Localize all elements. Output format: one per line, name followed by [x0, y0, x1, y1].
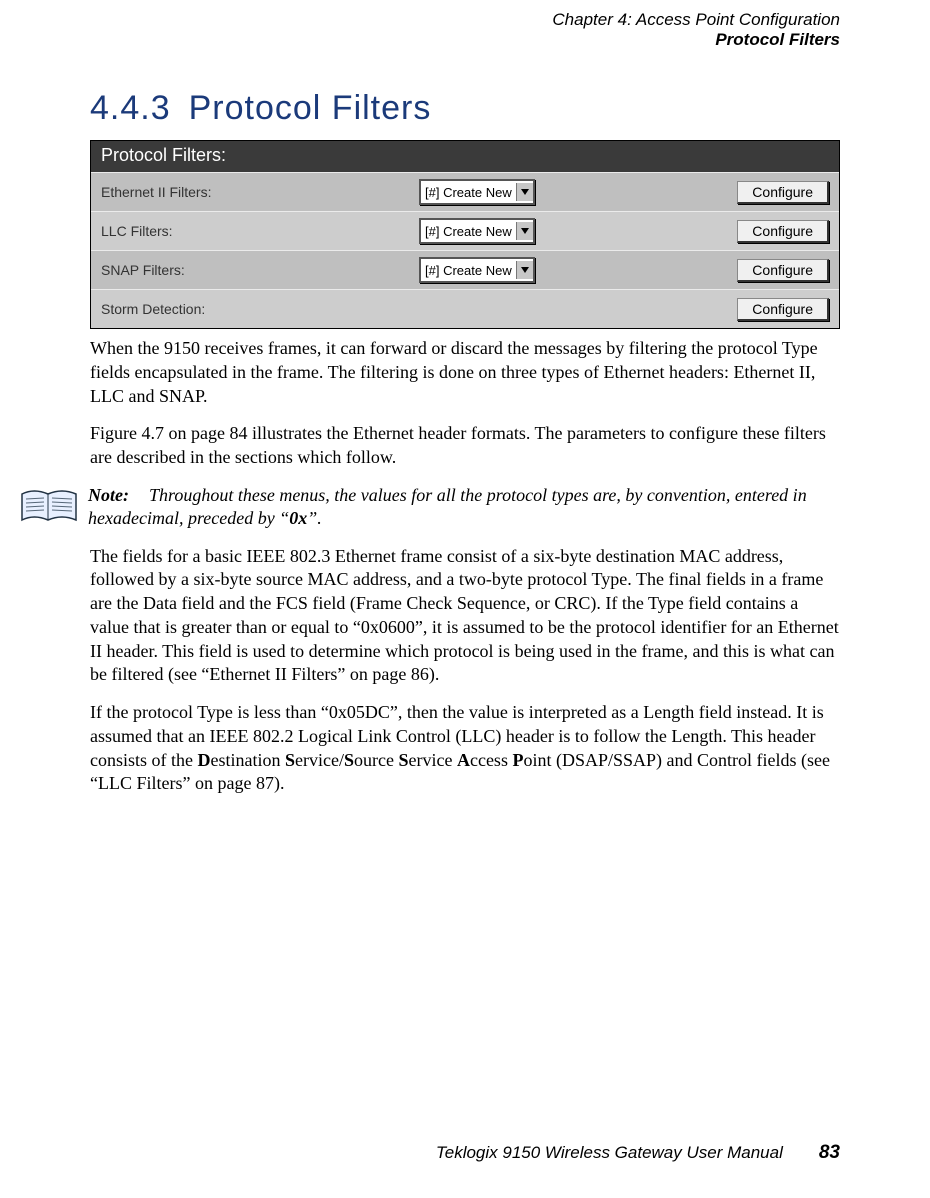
dropdown-arrow-icon [516, 222, 533, 240]
filter-label: Ethernet II Filters: [91, 184, 411, 200]
section-line: Protocol Filters [90, 30, 840, 50]
panel-title: Protocol Filters: [91, 141, 839, 172]
chapter-line: Chapter 4: Access Point Configuration [90, 10, 840, 30]
filter-label: Storm Detection: [91, 301, 411, 317]
configure-button[interactable]: Configure [737, 298, 829, 321]
configure-button[interactable]: Configure [737, 220, 829, 243]
note-text: Note:Throughout these menus, the values … [88, 484, 840, 531]
paragraph: The fields for a basic IEEE 802.3 Ethern… [90, 545, 840, 688]
note-block: Note:Throughout these menus, the values … [20, 484, 840, 531]
text: ervice [409, 750, 457, 770]
note-body-pre: Throughout these menus, the values for a… [88, 485, 807, 528]
bold-letter: S [398, 750, 408, 770]
page-footer: Teklogix 9150 Wireless Gateway User Manu… [90, 1142, 840, 1164]
text: ource [354, 750, 398, 770]
protocol-filters-panel: Protocol Filters: Ethernet II Filters: [… [90, 140, 840, 329]
bold-letter: D [198, 750, 211, 770]
text: ervice/ [295, 750, 344, 770]
select-value: [#] Create New [425, 185, 512, 200]
text: ccess [470, 750, 512, 770]
filter-row-storm: Storm Detection: Configure [91, 289, 839, 328]
dropdown-arrow-icon [516, 183, 533, 201]
note-hex: 0x [289, 508, 307, 528]
select-value: [#] Create New [425, 263, 512, 278]
paragraph: When the 9150 receives frames, it can fo… [90, 337, 840, 408]
filter-label: SNAP Filters: [91, 262, 411, 278]
book-note-icon [20, 486, 78, 526]
filter-row-snap: SNAP Filters: [#] Create New Configure [91, 250, 839, 289]
section-heading: 4.4.3 Protocol Filters [90, 89, 840, 128]
section-title: Protocol Filters [189, 89, 432, 127]
manual-title: Teklogix 9150 Wireless Gateway User Manu… [436, 1143, 783, 1163]
running-header: Chapter 4: Access Point Configuration Pr… [90, 10, 840, 49]
filter-row-ethernet2: Ethernet II Filters: [#] Create New Conf… [91, 172, 839, 211]
configure-button[interactable]: Configure [737, 259, 829, 282]
section-number: 4.4.3 [90, 89, 171, 127]
bold-letter: S [285, 750, 295, 770]
filter-row-llc: LLC Filters: [#] Create New Configure [91, 211, 839, 250]
text: estination [211, 750, 286, 770]
paragraph: Figure 4.7 on page 84 illustrates the Et… [90, 422, 840, 470]
paragraph: If the protocol Type is less than “0x05D… [90, 701, 840, 796]
page-number: 83 [819, 1142, 840, 1164]
bold-letter: P [512, 750, 523, 770]
bold-letter: A [457, 750, 470, 770]
llc-select[interactable]: [#] Create New [419, 218, 535, 244]
configure-button[interactable]: Configure [737, 181, 829, 204]
note-label: Note: [88, 485, 129, 505]
ethernet2-select[interactable]: [#] Create New [419, 179, 535, 205]
bold-letter: S [344, 750, 354, 770]
select-value: [#] Create New [425, 224, 512, 239]
note-body-post: ”. [307, 508, 322, 528]
dropdown-arrow-icon [516, 261, 533, 279]
filter-label: LLC Filters: [91, 223, 411, 239]
snap-select[interactable]: [#] Create New [419, 257, 535, 283]
